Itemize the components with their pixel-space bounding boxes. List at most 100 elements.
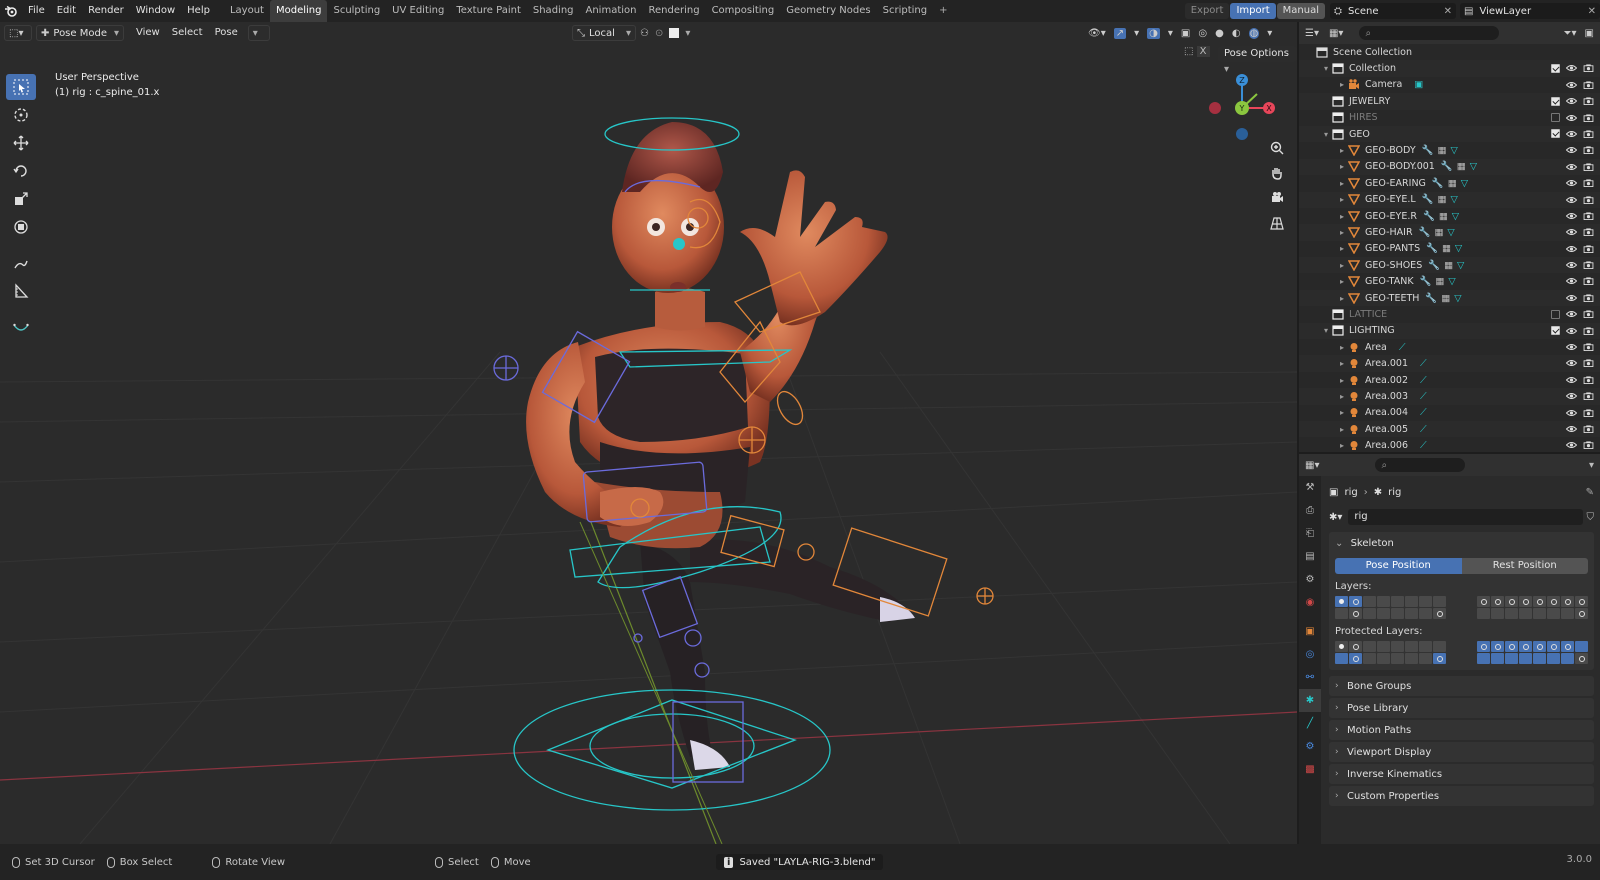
visibility-icon[interactable]: 👁▾ [1088,28,1106,39]
eye-icon[interactable] [1566,376,1577,384]
rotate-tool[interactable] [6,158,36,184]
bone-constraints-tab-icon[interactable]: ⚙ [1299,735,1321,758]
wrench-icon[interactable]: 🔧 [1422,145,1434,156]
eye-icon[interactable] [1566,64,1577,72]
navigation-gizmo[interactable]: Z Y X [1207,70,1277,143]
wrench-icon[interactable]: 🔧 [1422,194,1434,205]
outliner-row-jewelry[interactable]: JEWELRY [1299,93,1600,110]
tab-shading[interactable]: Shading [527,0,580,22]
outliner-row-geo-body[interactable]: ▸ GEO-BODY 🔧 ▦ ▽ [1299,142,1600,158]
outliner-row-geo-earing[interactable]: ▸ GEO-EARING 🔧 ▦ ▽ [1299,175,1600,191]
wrench-icon[interactable]: 🔧 [1432,178,1444,189]
outliner-editor-icon[interactable]: ☰▾ [1305,28,1319,39]
expand-right-icon[interactable]: ▸ [1337,244,1347,253]
eye-icon[interactable] [1566,327,1577,335]
panel-inverse-kinematics[interactable]: › Inverse Kinematics [1329,764,1594,784]
saved-report[interactable]: i Saved "LAYLA-RIG-3.blend" [716,854,884,870]
vertex-group-icon[interactable]: ▦ [1435,276,1444,287]
expand-right-icon[interactable]: ▸ [1337,343,1347,352]
mesh-data-icon[interactable]: ▽ [1455,243,1462,254]
eye-icon[interactable] [1566,146,1577,154]
mesh-data-icon[interactable]: ▽ [1457,260,1464,271]
outliner-row-geo-hair[interactable]: ▸ GEO-HAIR 🔧 ▦ ▽ [1299,224,1600,241]
tab-layout[interactable]: Layout [224,0,270,22]
pin-icon[interactable]: ✎ [1586,487,1594,498]
viewport-scene[interactable] [0,22,1297,844]
render-camera-icon[interactable] [1583,392,1594,401]
snap-icon[interactable]: ⊙ [655,28,663,39]
protected-grid-left[interactable] [1335,641,1446,664]
menu-window[interactable]: Window [130,0,181,22]
light-data-icon[interactable]: ⟋ [1420,391,1427,402]
outliner-row-lattice[interactable]: LATTICE [1299,306,1600,322]
eye-icon[interactable] [1566,294,1577,302]
outliner-row-geo-tank[interactable]: ▸ GEO-TANK 🔧 ▦ ▽ [1299,273,1600,289]
view-layer-selector[interactable]: ▤ ViewLayer ✕ [1460,3,1600,19]
eye-icon[interactable] [1566,196,1577,204]
expand-right-icon[interactable]: ▸ [1337,228,1347,237]
wrench-icon[interactable]: 🔧 [1426,243,1438,254]
vertex-group-icon[interactable]: ▦ [1434,227,1443,238]
render-camera-icon[interactable] [1583,114,1594,122]
3d-viewport[interactable]: ⬚▾ ✚ Pose Mode ▾ View Select Pose ▾ ⤡ Lo… [0,22,1297,844]
eye-icon[interactable] [1566,212,1577,220]
light-data-icon[interactable]: ⟋ [1420,424,1427,435]
pose-options-dropdown[interactable]: Pose Options ▾ [1218,46,1297,75]
light-data-icon[interactable]: ⟋ [1420,375,1427,386]
select-box-tool[interactable] [6,74,36,100]
tab-compositing[interactable]: Compositing [706,0,781,22]
vertex-group-icon[interactable]: ▦ [1438,194,1447,205]
expand-right-icon[interactable]: ▸ [1337,294,1347,303]
tab-rendering[interactable]: Rendering [642,0,705,22]
light-data-icon[interactable]: ⟋ [1399,342,1406,353]
wrench-icon[interactable]: 🔧 [1423,211,1435,222]
bone-tab-icon[interactable]: ╱ [1299,712,1321,735]
vertex-group-icon[interactable]: ▦ [1437,145,1446,156]
overlay-toggle-icon[interactable]: ◑ [1147,27,1160,39]
panel-viewport-display[interactable]: › Viewport Display [1329,742,1594,762]
panel-custom-properties[interactable]: › Custom Properties [1329,786,1594,806]
outliner-row-collection[interactable]: ▾ Collection [1299,60,1600,77]
render-camera-icon[interactable] [1583,64,1594,73]
outliner-row-geo-teeth[interactable]: ▸ GEO-TEETH 🔧 ▦ ▽ [1299,289,1600,307]
expand-down-icon[interactable]: ▾ [1321,326,1331,335]
exclude-checkbox[interactable] [1551,309,1560,319]
outliner-row-geo-pants[interactable]: ▸ GEO-PANTS 🔧 ▦ ▽ [1299,241,1600,257]
vertex-group-icon[interactable]: ▦ [1444,260,1453,271]
eye-icon[interactable] [1566,359,1577,367]
outliner-row-geo-eye-r[interactable]: ▸ GEO-EYE.R 🔧 ▦ ▽ [1299,208,1600,224]
eye-icon[interactable] [1566,130,1577,138]
texture-tab-icon[interactable]: ▩ [1299,758,1321,781]
eye-icon[interactable] [1566,425,1577,433]
camera-data-icon[interactable]: ▣ [1414,79,1423,90]
mesh-data-icon[interactable]: ▽ [1447,227,1454,238]
armature-data-icon[interactable]: ✱▾ [1329,512,1342,523]
render-camera-icon[interactable] [1583,146,1594,155]
outliner-row-camera[interactable]: ▸ Camera ▣ [1299,77,1600,93]
properties-editor-icon[interactable]: ▦▾ [1305,460,1319,471]
scene-tab-icon[interactable]: ⚙ [1299,568,1321,591]
protected-grid-right[interactable] [1477,641,1588,664]
eye-icon[interactable] [1566,261,1577,269]
eye-icon[interactable] [1566,228,1577,236]
exclude-checkbox[interactable] [1551,113,1560,123]
render-camera-icon[interactable] [1583,195,1594,204]
outliner-row-geo[interactable]: ▾ GEO [1299,125,1600,143]
outliner-row-area-001[interactable]: ▸ Area.001 ⟋ [1299,355,1600,372]
tab-texture-paint[interactable]: Texture Paint [450,0,527,22]
outliner-row-geo-shoes[interactable]: ▸ GEO-SHOES 🔧 ▦ ▽ [1299,257,1600,274]
expand-right-icon[interactable]: ▸ [1337,359,1347,368]
gizmo-toggle-icon[interactable]: ↗ [1113,27,1127,39]
expand-right-icon[interactable]: ▸ [1337,146,1347,155]
menu-render[interactable]: Render [82,0,130,22]
mirror-x-toggle[interactable]: ⬚ X [1184,46,1210,57]
eye-icon[interactable] [1566,409,1577,417]
physics-tab-icon[interactable]: ◎ [1299,643,1321,666]
exclude-checkbox[interactable] [1551,326,1560,336]
mesh-data-icon[interactable]: ▽ [1461,178,1468,189]
editor-type-button[interactable]: ⬚▾ [4,25,32,41]
skeleton-panel-header[interactable]: ⌄ Skeleton [1335,536,1588,552]
outliner-row-area[interactable]: ▸ Area ⟋ [1299,339,1600,355]
view-layer-tab-icon[interactable]: ▤ [1299,545,1321,568]
tab-animation[interactable]: Animation [580,0,643,22]
